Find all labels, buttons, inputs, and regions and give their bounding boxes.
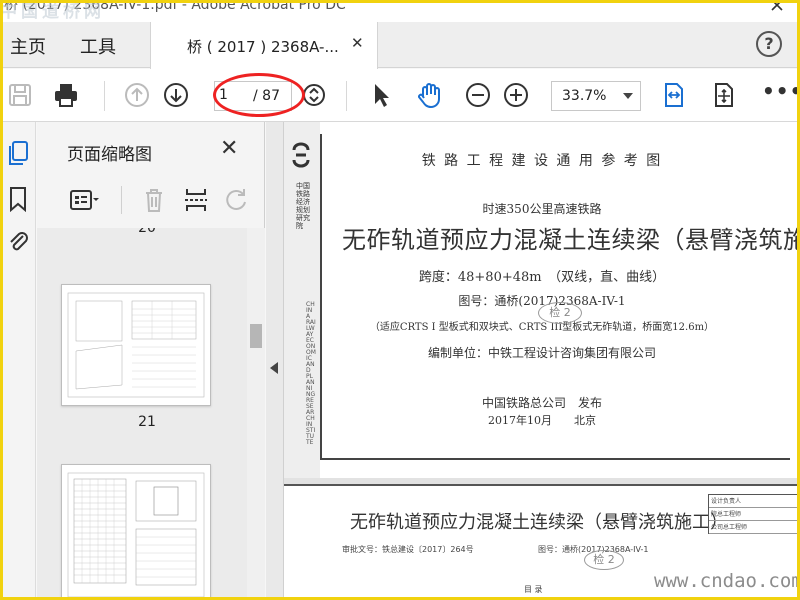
navigation-rail	[0, 122, 36, 600]
next-page-icon[interactable]	[162, 81, 190, 109]
thumbnail-scrollbar[interactable]	[247, 228, 265, 600]
publish-date-label: 2017年10月 北京	[488, 414, 596, 427]
full-screen-icon[interactable]	[710, 81, 738, 109]
toolbar-separator	[104, 81, 105, 111]
signature-row: 院总工程师	[709, 508, 799, 521]
collapse-arrow-icon	[270, 362, 278, 374]
signature-row: 设计负责人	[709, 495, 799, 508]
page2-title: 无砟轨道预应力混凝土连续梁（悬臂浇筑施工）	[350, 512, 728, 533]
previous-page-icon[interactable]	[123, 81, 151, 109]
thumbnail-panel: 页面缩略图 ✕ 20 21	[37, 122, 265, 600]
signature-table: 设计负责人 院总工程师 公司总工程师	[708, 494, 800, 534]
thumbnail-options-icon[interactable]	[69, 186, 99, 214]
tab-bar: 主页 工具 桥 ( 2017 ) 2368A-... ✕ ?	[0, 22, 800, 69]
title-bar: 桥 (2017) 2368A-IV-1.pdf - Adobe Acrobat …	[0, 0, 800, 22]
thumbnail-panel-title: 页面缩略图	[67, 145, 152, 165]
toolbar-separator	[346, 81, 347, 111]
print-icon[interactable]	[52, 81, 80, 109]
publisher-label: 中国铁路总公司 发布	[481, 396, 602, 410]
applicable-label: （适应CRTS I 型板式和双块式、CRTS III型板式无砟轨道，桥面宽12.…	[369, 322, 715, 333]
inspection-stamp: 检 2	[538, 302, 582, 324]
tab-tools[interactable]: 工具	[80, 33, 116, 59]
window-close-icon[interactable]	[768, 0, 788, 20]
zoom-level-select[interactable]: 33.7%	[551, 81, 641, 111]
select-cursor-icon[interactable]	[367, 81, 395, 109]
delete-page-icon[interactable]	[139, 186, 169, 214]
red-annotation-ellipse	[213, 73, 305, 117]
tab-document[interactable]: 桥 ( 2017 ) 2368A-... ✕	[150, 22, 378, 69]
document-main-title: 无砟轨道预应力混凝土连续梁（悬臂浇筑施工）	[342, 226, 800, 254]
insert-page-icon[interactable]	[181, 186, 211, 214]
thumbnail-page-22[interactable]	[61, 464, 211, 600]
page2-stamp: 检 2	[584, 550, 624, 570]
signature-row: 公司总工程师	[709, 521, 799, 534]
thumbnail-toolbar-separator	[121, 186, 122, 214]
span-label: 跨度：48+80+48m （双线，直、曲线）	[418, 270, 666, 285]
attachment-icon[interactable]	[6, 228, 30, 254]
page-thumbnails-icon[interactable]	[6, 140, 30, 166]
thumbnail-toolbar	[37, 180, 265, 220]
help-icon[interactable]: ?	[756, 31, 782, 57]
rotate-page-icon[interactable]	[221, 186, 251, 214]
thumbnail-page-number: 21	[138, 414, 156, 430]
hand-tool-icon[interactable]	[416, 81, 444, 109]
page2-footer: 目 录	[524, 585, 543, 594]
main-toolbar: 1 / 87 33.7% •••	[0, 69, 800, 122]
thumbnail-panel-close-icon[interactable]: ✕	[220, 136, 238, 161]
document-tab-close-icon[interactable]: ✕	[351, 34, 364, 52]
zoom-in-icon[interactable]	[502, 81, 530, 109]
thumbnail-page-21[interactable]	[61, 284, 211, 406]
thumbnail-page-number: 20	[138, 228, 156, 236]
approval-number: 审批文号：铁总建设〔2017〕264号	[342, 545, 474, 554]
chevron-down-icon	[623, 93, 633, 99]
document-tab-label: 桥 ( 2017 ) 2368A-...	[187, 38, 339, 56]
bookmark-icon[interactable]	[6, 186, 30, 213]
save-icon[interactable]	[6, 81, 34, 109]
site-watermark-bottom: www.cndao.com	[654, 570, 800, 592]
document-view[interactable]: 中国铁路经济规划研究院 CHINA RAILWAY ECONOMIC AND P…	[284, 122, 800, 600]
zoom-out-icon[interactable]	[464, 81, 492, 109]
scrollbar-thumb[interactable]	[250, 324, 262, 348]
document-header: 铁 路 工 程 建 设 通 用 参 考 图	[421, 153, 663, 169]
editor-label: 编制单位：中铁工程设计咨询集团有限公司	[427, 346, 656, 360]
panel-collapse-handle[interactable]	[266, 122, 284, 600]
thumbnail-list[interactable]: 20 21	[37, 228, 247, 600]
zoom-value: 33.7%	[562, 88, 607, 104]
speed-label: 时速350公里高速铁路	[482, 202, 602, 216]
site-watermark-top: 中国道桥网	[0, 2, 105, 22]
fit-width-icon[interactable]	[660, 81, 688, 109]
more-options-icon[interactable]: •••	[762, 79, 800, 103]
document-page-1: 中国铁路经济规划研究院 CHINA RAILWAY ECONOMIC AND P…	[284, 122, 800, 478]
tab-home[interactable]: 主页	[10, 33, 46, 59]
